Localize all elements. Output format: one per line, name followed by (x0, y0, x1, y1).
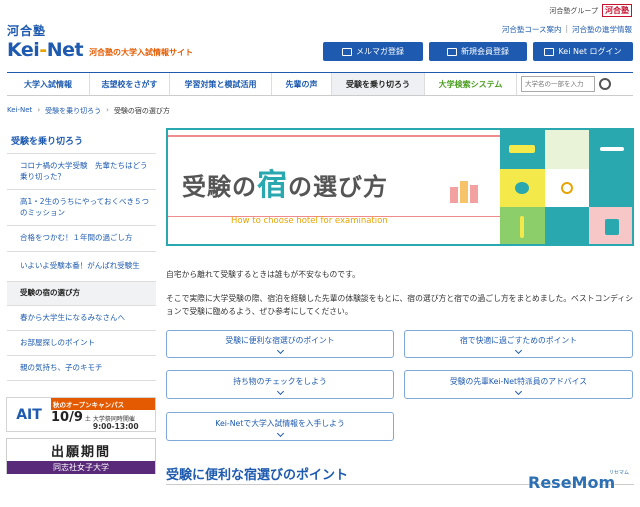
hero-title: 受験の宿の選び方 (182, 168, 388, 203)
nav-study-mock[interactable]: 学習対策と模試活用 (170, 73, 272, 95)
ait-open-campus-banner[interactable]: AIT 秋のオープンキャンパス 10/9 土 大学祭同時開催 9:00-13:0… (6, 397, 156, 432)
chevron-down-icon (276, 346, 284, 355)
nav-get-through[interactable]: 受験を乗り切ろう (332, 73, 425, 95)
logo-keinet: Kei-Net (7, 39, 84, 61)
sidebar: 受験を乗り切ろう コロナ禍の大学受験 先輩たちはどう乗り切った？ 高1・2生のう… (7, 128, 156, 381)
sidebar-item-exam-day[interactable]: いよいよ受験本番！がんばれ受験生 (7, 252, 156, 282)
breadcrumb-current: 受験の宿の選び方 (113, 107, 170, 115)
anchor-keinet-info[interactable]: Kei-Netで大学入試情報を入手しよう (166, 412, 394, 441)
chevron-down-icon (276, 429, 284, 437)
breadcrumb: Kei-Net › 受験を乗り切ろう › 受験の宿の選び方 (7, 106, 170, 116)
anchor-hotel-points[interactable]: 受験に便利な宿選びのポイント (166, 330, 394, 358)
user-icon (447, 47, 457, 56)
breadcrumb-parent[interactable]: 受験を乗り切ろう (45, 106, 101, 116)
tile (589, 168, 632, 208)
airplane-icon (589, 130, 632, 169)
notebook-icon (589, 207, 632, 244)
chevron-down-icon (514, 346, 523, 355)
sidebar-item-room[interactable]: お部屋探しのポイント (7, 331, 156, 356)
login-button[interactable]: Kei Net ログイン (533, 42, 633, 61)
resemom-watermark-sub: リセマム (609, 470, 630, 476)
chevron-right-icon: › (37, 106, 41, 114)
nav-find-school[interactable]: 志望校をさがす (90, 73, 170, 95)
train-icon (500, 130, 545, 169)
hero-icon-grid (500, 130, 632, 244)
career-info-link[interactable]: 河合塾の進学情報 (572, 24, 632, 35)
register-button[interactable]: 新規会員登録 (429, 42, 527, 61)
section-heading: 受験に便利な宿選びのポイント (166, 468, 349, 483)
pencil-icon (500, 207, 545, 244)
nav-univ-search-system[interactable]: 大学検索システム (425, 73, 517, 95)
banner-day: 土 (84, 415, 91, 423)
univ-search (521, 73, 611, 95)
tile (544, 130, 590, 169)
nav-exam-info[interactable]: 大学入試情報 (7, 73, 90, 95)
logo-kawai: 河合塾 (7, 24, 47, 38)
anchor-senpai-advice[interactable]: 受験の先輩Kei-Net特派員のアドバイス (404, 370, 633, 399)
ait-logo: AIT (16, 406, 42, 423)
chevron-right-icon: › (106, 106, 109, 114)
brand-logo[interactable]: 河合塾 (602, 4, 632, 17)
group-label: 河合塾グループ (549, 6, 598, 15)
chevron-down-icon (276, 387, 284, 395)
login-icon (544, 47, 555, 56)
resemom-watermark: ReseMom (528, 473, 616, 492)
newsletter-button[interactable]: メルマガ登録 (323, 42, 423, 61)
breadcrumb-home[interactable]: Kei-Net (7, 106, 32, 116)
sidebar-item-corona[interactable]: コロナ禍の大学受験 先輩たちはどう乗り切った？ (7, 154, 156, 190)
sidebar-item-hotel[interactable]: 受験の宿の選び方 (7, 282, 156, 306)
nav-senpai-voice[interactable]: 先輩の声 (272, 73, 332, 95)
banner-title: 出願期間 (50, 444, 111, 460)
group-bar: 河合塾グループ 河合塾 (549, 4, 632, 17)
banner-time: 9:00-13:00 (92, 422, 139, 432)
sidebar-title[interactable]: 受験を乗り切ろう (7, 128, 156, 154)
anchor-checklist[interactable]: 持ち物のチェックをしよう (166, 370, 394, 399)
site-tagline: 河合塾の大学入試情報サイト (89, 48, 194, 57)
rice-ball-icon (500, 168, 545, 208)
divider: | (565, 24, 568, 33)
course-guide-link[interactable]: 河合塾コース案内 (502, 24, 562, 35)
doshisha-banner[interactable]: 出願期間 同志社女子大学 (6, 438, 156, 474)
hero-subtitle: How to choose hotel for examination (231, 216, 388, 226)
sidebar-item-freshman[interactable]: 春から大学生になるみなさんへ (7, 306, 156, 331)
banner-header: 秋のオープンキャンパス (51, 397, 155, 410)
building-illustration (450, 181, 478, 203)
banner-date: 10/9 (51, 409, 83, 425)
intro-paragraph-2: そこで実際に大学受験の際、宿泊を経験した先輩の体験談をもとに、宿の選び方と宿での… (166, 294, 634, 316)
sidebar-item-missions[interactable]: 高1・2生のうちにやっておくべき５つのミッション (7, 190, 156, 226)
sidebar-item-parents[interactable]: 親の気持ち、子のキモチ (7, 356, 156, 381)
site-logo[interactable]: 河合塾 Kei-Net 河合塾の大学入試情報サイト (7, 22, 193, 61)
banner-school: 同志社女子大学 (7, 461, 155, 474)
sidebar-item-year-plan[interactable]: 合格をつかむ！１年間の過ごし方 (7, 226, 156, 252)
anchor-comfort-points[interactable]: 宿で快適に過ごすためのポイント (404, 330, 633, 358)
clock-icon (544, 168, 590, 208)
header-links: 河合塾コース案内 | 河合塾の進学情報 (502, 24, 632, 35)
chevron-down-icon (514, 387, 523, 395)
mail-icon (342, 47, 352, 56)
header-buttons: メルマガ登録 新規会員登録 Kei Net ログイン (323, 42, 633, 61)
hero-banner: 受験の宿の選び方 How to choose hotel for examina… (166, 128, 634, 246)
search-icon[interactable] (599, 78, 611, 90)
main-nav: 大学入試情報 志望校をさがす 学習対策と模試活用 先輩の声 受験を乗り切ろう 大… (7, 72, 633, 96)
intro-paragraph-1: 自宅から離れて受験するときは誰もが不安なものです。 (166, 270, 360, 279)
tile (544, 207, 590, 244)
univ-search-input[interactable] (521, 76, 595, 92)
hero-stripe (168, 135, 502, 137)
